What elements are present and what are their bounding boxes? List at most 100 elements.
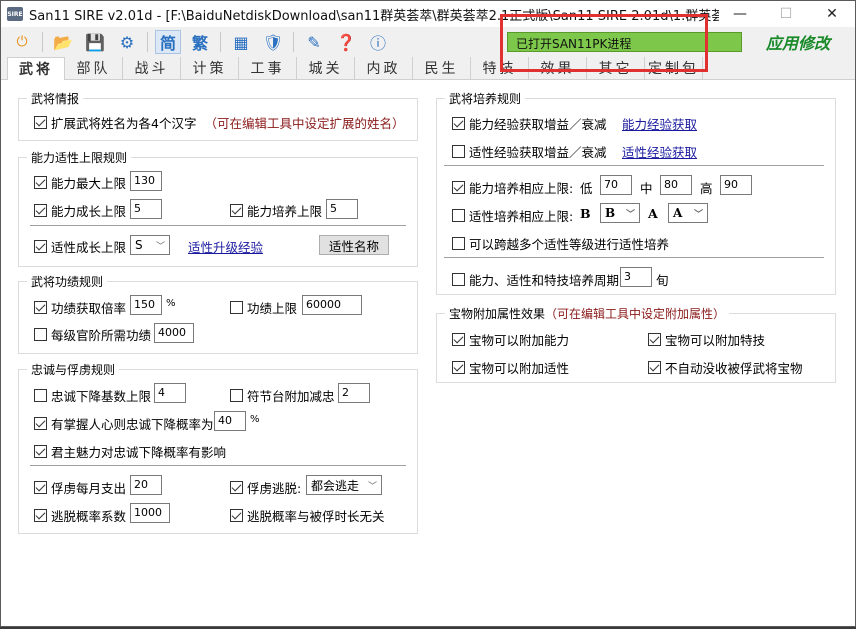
heart-input[interactable]: 40 — [214, 411, 246, 431]
checkbox-box[interactable] — [452, 273, 465, 286]
checkbox-box[interactable] — [34, 417, 47, 430]
escape-coef-checkbox[interactable]: 逃脱概率系数 — [34, 506, 126, 525]
loyalty-base-checkbox[interactable]: 忠诚下降基数上限 — [34, 386, 151, 405]
tab-people[interactable]: 民生 — [413, 57, 471, 80]
checkbox-box[interactable] — [230, 204, 243, 217]
layout-icon[interactable]: ▦ — [228, 30, 254, 54]
checkbox-box[interactable] — [34, 240, 47, 253]
tab-troops[interactable]: 部队 — [65, 57, 123, 80]
merit-per-rank-checkbox[interactable]: 每级官阶所需功绩 — [34, 325, 151, 344]
high-input[interactable]: 90 — [720, 175, 752, 195]
escape-checkbox[interactable]: 俘虏逃脱: — [230, 478, 301, 497]
no-confiscate-checkbox[interactable]: 不自动没收被俘武将宝物 — [648, 358, 803, 377]
apt-growth-select[interactable]: S ﹀ — [130, 235, 170, 255]
checkbox-box[interactable] — [34, 328, 47, 341]
checkbox-box[interactable] — [34, 509, 47, 522]
escape-indep-checkbox[interactable]: 逃脱概率与被俘时长无关 — [230, 506, 385, 525]
checkbox-box[interactable] — [452, 145, 465, 158]
checkbox-box[interactable] — [452, 237, 465, 250]
apt-growth-checkbox[interactable]: 适性成长上限 — [34, 237, 126, 256]
tab-battle[interactable]: 战斗 — [123, 57, 181, 80]
save-icon[interactable]: 💾 — [82, 30, 108, 54]
tab-custom-pack[interactable]: 定制包 — [645, 57, 703, 80]
charisma-checkbox[interactable]: 君主魅力对忠诚下降概率有影响 — [34, 442, 226, 461]
open-folder-icon[interactable]: 📂 — [50, 30, 76, 54]
merit-cap-checkbox[interactable]: 功绩上限 — [230, 298, 297, 317]
apt-cap-a-select[interactable]: A ﹀ — [668, 203, 708, 223]
growth-limit-input[interactable]: 5 — [130, 199, 162, 219]
ability-cap-checkbox[interactable]: 能力培养相应上限: — [452, 178, 573, 197]
checkbox-box[interactable] — [230, 481, 243, 494]
checkbox-box[interactable] — [452, 333, 465, 346]
low-input[interactable]: 70 — [600, 175, 632, 195]
info-icon[interactable]: ⓘ — [365, 30, 391, 54]
multi-level-checkbox[interactable]: 可以跨越多个适性等级进行适性培养 — [452, 234, 669, 253]
max-ability-checkbox[interactable]: 能力最大上限 — [34, 173, 126, 192]
treasure-ability-checkbox[interactable]: 宝物可以附加能力 — [452, 330, 569, 349]
escape-select[interactable]: 都会逃走 ﹀ — [306, 475, 382, 495]
extend-name-checkbox[interactable]: 扩展武将姓名为各4个汉字 （可在编辑工具中设定扩展的姓名） — [34, 113, 404, 132]
shield-lock-icon[interactable]: 🛡 — [260, 30, 286, 54]
close-button[interactable]: ✕ — [809, 1, 855, 27]
tally-input[interactable]: 2 — [338, 383, 370, 403]
checkbox-box[interactable] — [452, 117, 465, 130]
tab-skills[interactable]: 特技 — [471, 57, 529, 80]
tab-city[interactable]: 城关 — [297, 57, 355, 80]
tab-general[interactable]: 武将 — [7, 57, 65, 80]
tab-other[interactable]: 其它 — [587, 57, 645, 80]
tab-works[interactable]: 工事 — [239, 57, 297, 80]
ability-exp-link[interactable]: 能力经验获取 — [622, 114, 697, 133]
checkbox-box[interactable] — [648, 361, 661, 374]
help-icon[interactable]: ❓ — [333, 30, 359, 54]
checkbox-box[interactable] — [34, 116, 47, 129]
apply-changes-button[interactable]: 应用修改 — [753, 30, 843, 54]
loyalty-base-input[interactable]: 4 — [154, 383, 186, 403]
mid-input[interactable]: 80 — [660, 175, 692, 195]
checkbox-box[interactable] — [34, 301, 47, 314]
checkbox-box[interactable] — [648, 333, 661, 346]
max-ability-input[interactable]: 130 — [130, 171, 162, 191]
checkbox-box[interactable] — [34, 445, 47, 458]
period-checkbox[interactable]: 能力、适性和特技培养周期 — [452, 270, 619, 289]
checkbox-box[interactable] — [452, 361, 465, 374]
merit-rate-checkbox[interactable]: 功绩获取倍率 — [34, 298, 126, 317]
apt-cap-b-select[interactable]: B ﹀ — [600, 203, 640, 223]
san11-icon[interactable]: ⏻ — [9, 30, 35, 54]
checkbox-box[interactable] — [34, 204, 47, 217]
monthly-cost-input[interactable]: 20 — [130, 475, 162, 495]
edit-icon[interactable]: ✎ — [301, 30, 327, 54]
checkbox-box[interactable] — [230, 301, 243, 314]
minimize-button[interactable]: — — [717, 1, 763, 27]
checkbox-box[interactable] — [230, 389, 243, 402]
apt-exp-gain-link[interactable]: 适性经验获取 — [622, 142, 697, 161]
tab-strategy[interactable]: 计策 — [181, 57, 239, 80]
apt-exp-link[interactable]: 适性升级经验 — [188, 237, 263, 256]
monthly-cost-checkbox[interactable]: 俘虏每月支出 — [34, 478, 126, 497]
checkbox-box[interactable] — [230, 509, 243, 522]
heart-checkbox[interactable]: 有掌握人心则忠诚下降概率为 — [34, 414, 214, 433]
tab-domestic[interactable]: 内政 — [355, 57, 413, 80]
checkbox-box[interactable] — [34, 176, 47, 189]
checkbox-box[interactable] — [34, 389, 47, 402]
apt-exp-checkbox[interactable]: 适性经验获取增益／衰减 — [452, 142, 607, 161]
tally-checkbox[interactable]: 符节台附加减忠 — [230, 386, 335, 405]
checkbox-box[interactable] — [452, 181, 465, 194]
escape-coef-input[interactable]: 1000 — [130, 503, 170, 523]
treasure-aptitude-checkbox[interactable]: 宝物可以附加适性 — [452, 358, 569, 377]
growth-limit-checkbox[interactable]: 能力成长上限 — [34, 201, 126, 220]
ability-exp-checkbox[interactable]: 能力经验获取增益／衰减 — [452, 114, 607, 133]
checkbox-box[interactable] — [452, 209, 465, 222]
train-limit-input[interactable]: 5 — [326, 199, 358, 219]
simplified-chinese-icon[interactable]: 简 — [155, 30, 181, 54]
apt-cap-checkbox[interactable]: 适性培养相应上限: — [452, 206, 573, 225]
merit-per-rank-input[interactable]: 4000 — [154, 323, 194, 343]
apt-name-button[interactable]: 适性名称 — [319, 235, 389, 255]
settings-script-icon[interactable]: ⚙ — [114, 30, 140, 54]
train-limit-checkbox[interactable]: 能力培养上限 — [230, 201, 322, 220]
maximize-button[interactable]: ☐ — [763, 1, 809, 27]
checkbox-box[interactable] — [34, 481, 47, 494]
period-input[interactable]: 3 — [620, 267, 652, 287]
treasure-skill-checkbox[interactable]: 宝物可以附加特技 — [648, 330, 765, 349]
tab-effects[interactable]: 效果 — [529, 57, 587, 80]
merit-cap-input[interactable]: 60000 — [302, 295, 362, 315]
